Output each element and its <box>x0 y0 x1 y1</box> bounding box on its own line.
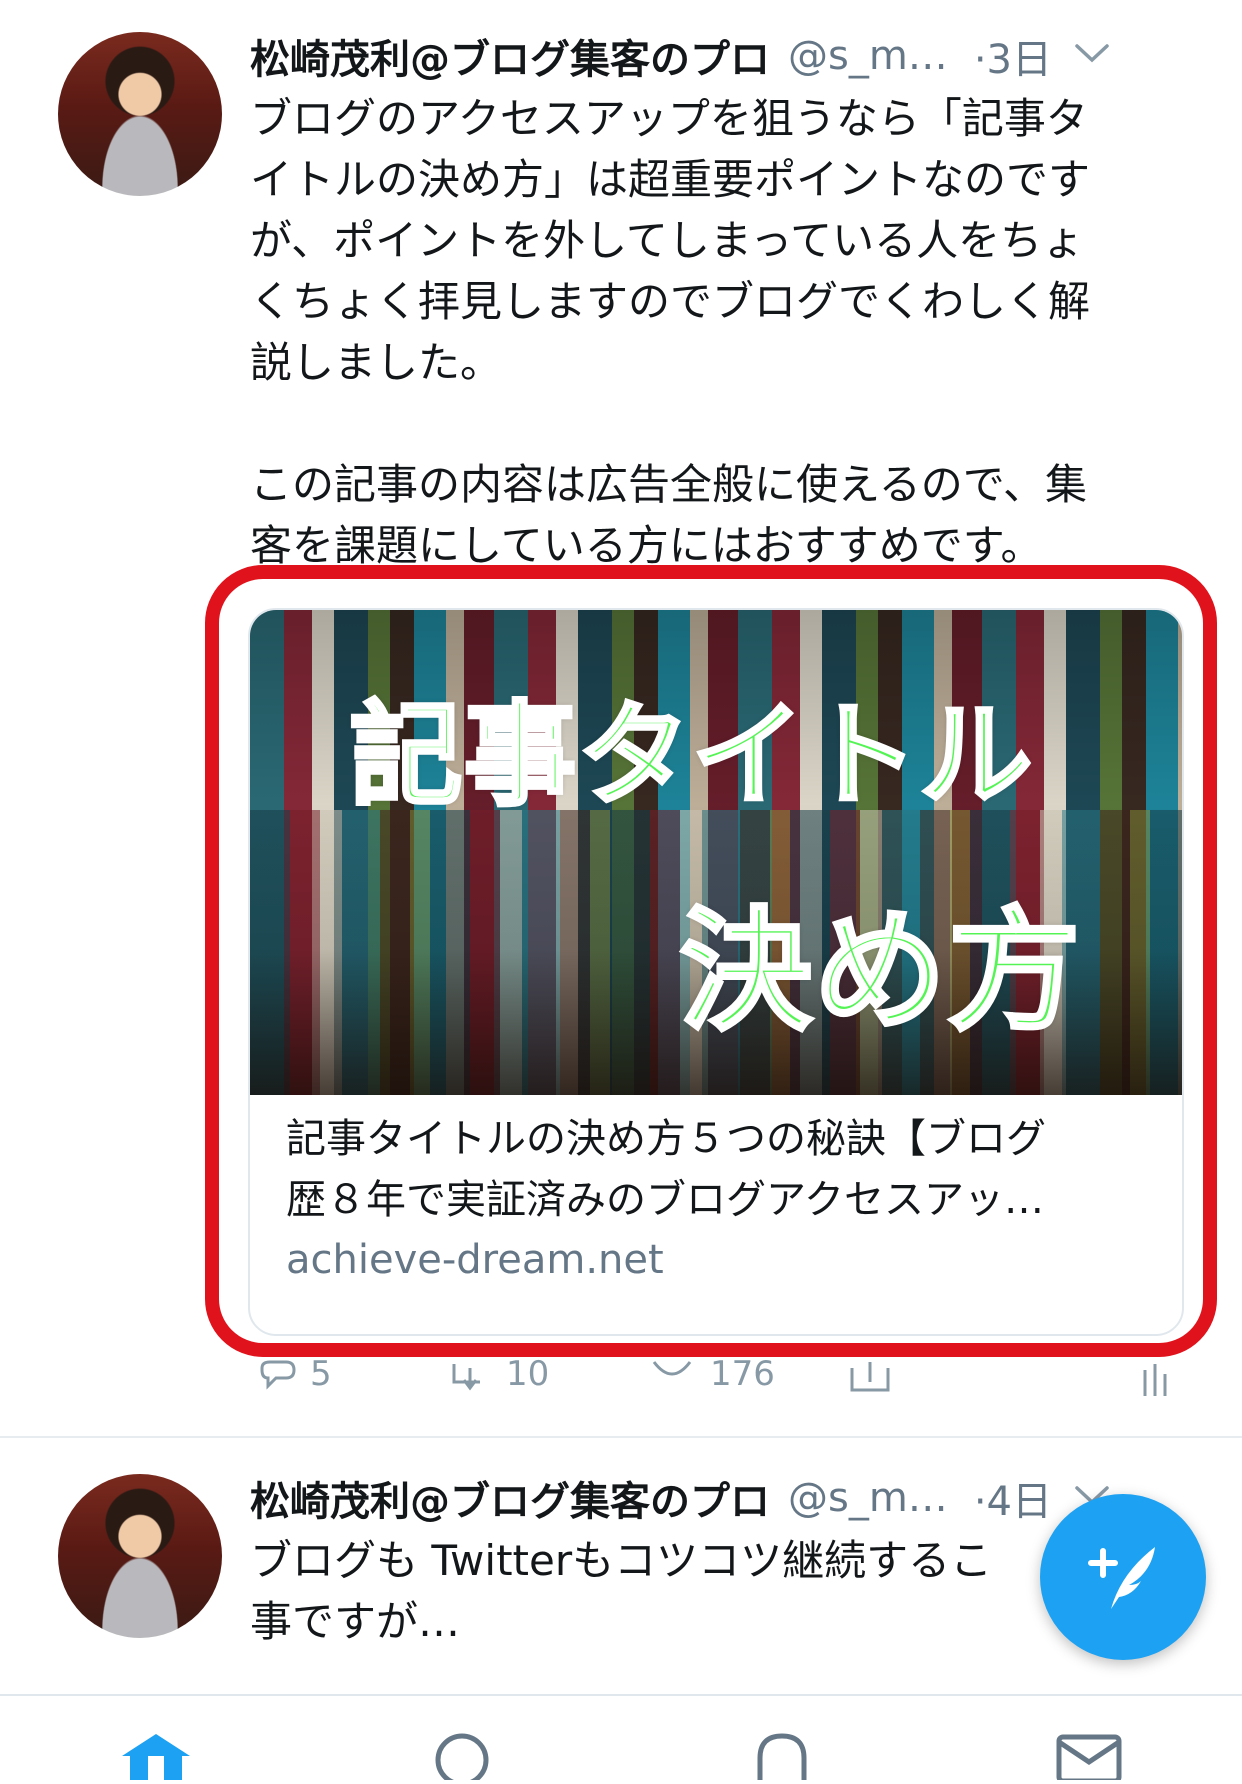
avatar[interactable] <box>58 1474 222 1638</box>
home-icon[interactable] <box>118 1730 194 1784</box>
card-overlay-line2: 決め方 <box>678 893 1082 1051</box>
analytics-icon[interactable] <box>1140 1360 1170 1409</box>
author-handle[interactable]: @s_m… <box>788 33 948 79</box>
tab-bar <box>0 1694 1242 1784</box>
like-icon[interactable] <box>650 1360 694 1409</box>
link-card[interactable]: 記事タイトル 決め方 記事タイトルの決め方５つの秘訣【ブログ 歴８年で実証済みの… <box>248 608 1184 1336</box>
tweet-text: ブログのアクセスアップを狙うなら「記事タ イトルの決め方」は超重要ポイントなので… <box>250 94 1091 566</box>
avatar[interactable] <box>58 32 222 196</box>
notifications-icon[interactable] <box>752 1730 812 1784</box>
compose-tweet-icon <box>1081 1533 1165 1621</box>
tweet-header: 松崎茂利@ブログ集客のプロ @s_m… ·3日 <box>250 28 1200 84</box>
author-handle[interactable]: @s_m… <box>788 1475 948 1521</box>
tweet-divider <box>0 1436 1242 1438</box>
author-name[interactable]: 松崎茂利@ブログ集客のプロ <box>250 1469 770 1527</box>
like-count: 176 <box>710 1354 775 1394</box>
chevron-down-icon[interactable] <box>1074 42 1110 70</box>
retweet-icon[interactable] <box>450 1360 494 1409</box>
card-domain: achieve-dream.net <box>286 1237 664 1283</box>
messages-icon[interactable] <box>1056 1734 1122 1784</box>
card-info: 記事タイトルの決め方５つの秘訣【ブログ 歴８年で実証済みのブログアクセスアッ… … <box>250 1095 1182 1289</box>
card-image[interactable]: 記事タイトル 決め方 <box>250 610 1182 1095</box>
search-icon[interactable] <box>432 1730 496 1784</box>
tweet-time[interactable]: ·4日 <box>974 1469 1052 1527</box>
tweet-actions: 5 10 176 <box>250 1354 1170 1400</box>
author-name[interactable]: 松崎茂利@ブログ集客のプロ <box>250 27 770 85</box>
retweet-count: 10 <box>506 1354 550 1394</box>
tweet-header: 松崎茂利@ブログ集客のプロ @s_m… ·4日 <box>250 1470 1200 1526</box>
tweet-time[interactable]: ·3日 <box>974 27 1052 85</box>
reply-icon[interactable] <box>256 1360 300 1409</box>
card-overlay-line1: 記事タイトル <box>348 689 1034 823</box>
compose-tweet-button[interactable] <box>1040 1494 1206 1660</box>
share-icon[interactable] <box>848 1360 892 1409</box>
reply-count: 5 <box>310 1354 332 1394</box>
card-title: 記事タイトルの決め方５つの秘訣【ブログ 歴８年で実証済みのブログアクセスアッ… <box>286 1116 1046 1223</box>
